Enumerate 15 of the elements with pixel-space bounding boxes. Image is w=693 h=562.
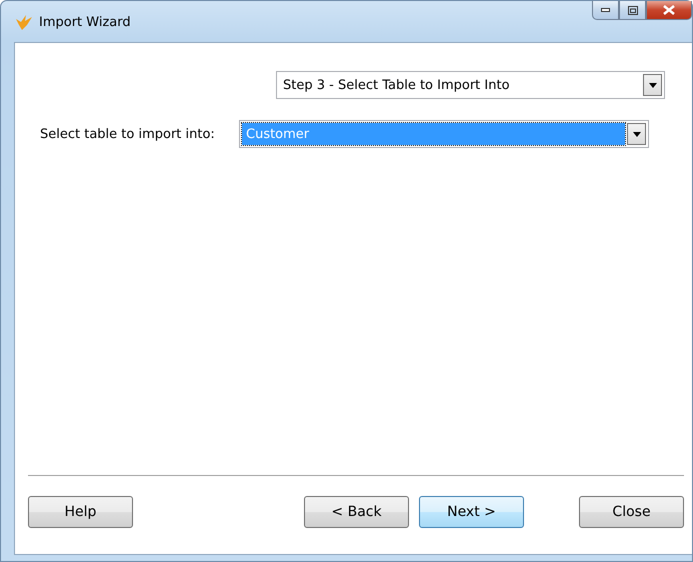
dropdown-arrow-icon <box>632 132 640 136</box>
maximize-button[interactable] <box>619 1 646 20</box>
close-button[interactable] <box>646 1 692 20</box>
step-dropdown[interactable]: Step 3 - Select Table to Import Into <box>276 71 665 99</box>
next-button[interactable]: Next > <box>419 496 524 528</box>
maximize-icon <box>628 6 638 14</box>
window-title: Import Wizard <box>39 15 131 30</box>
minimize-button[interactable] <box>592 1 619 20</box>
close-icon <box>663 5 675 15</box>
help-button[interactable]: Help <box>28 496 133 528</box>
table-label: Select table to import into: <box>39 126 216 142</box>
dropdown-arrow-icon <box>648 82 656 88</box>
back-button[interactable]: < Back <box>304 496 409 528</box>
minimize-icon <box>601 8 610 12</box>
close-button[interactable]: Close <box>579 496 684 528</box>
